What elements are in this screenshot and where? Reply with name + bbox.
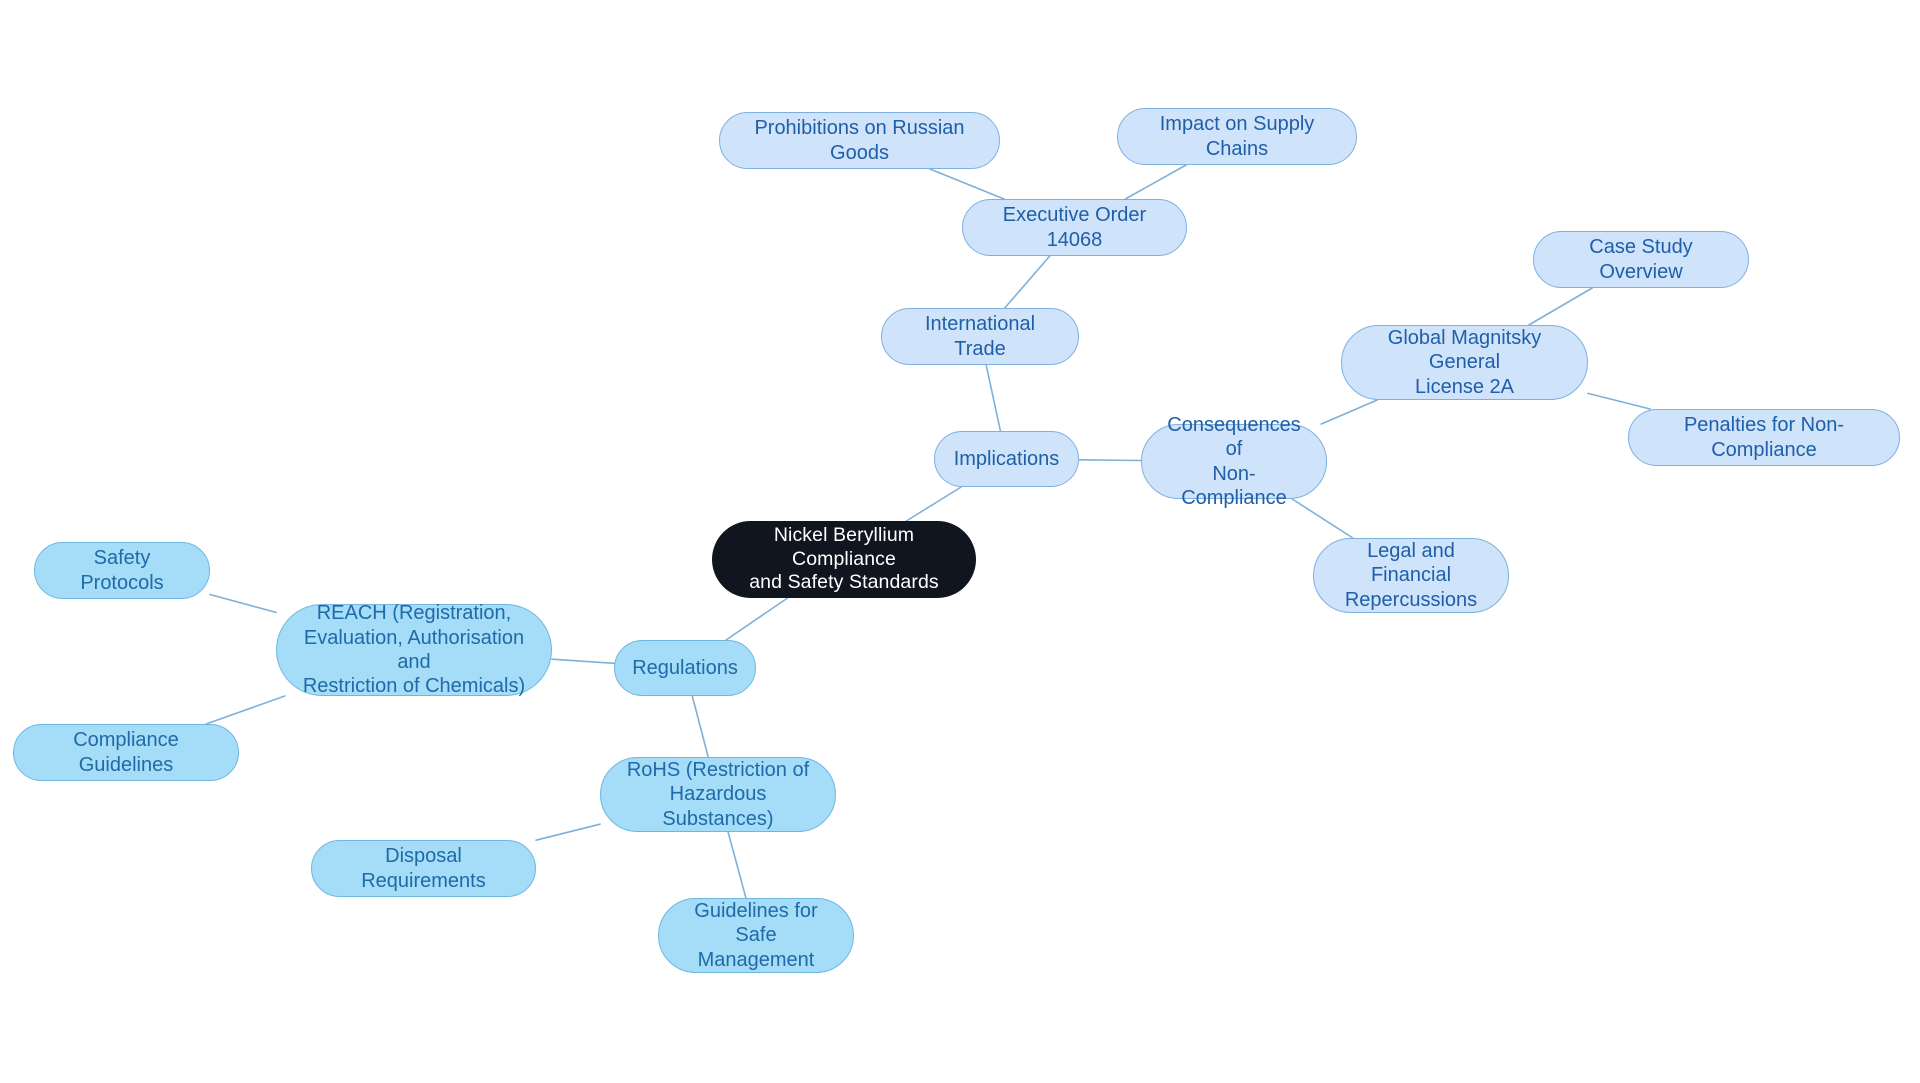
mindmap-node-implications[interactable]: Implications bbox=[934, 431, 1079, 487]
mindmap-edge-regulations-to-reach bbox=[551, 658, 615, 665]
mindmap-node-rohs[interactable]: RoHS (Restriction of Hazardous Substance… bbox=[600, 757, 836, 832]
mindmap-edge-rohs-to-disposal-requirements bbox=[535, 823, 601, 842]
mindmap-node-compliance-guidelines[interactable]: Compliance Guidelines bbox=[13, 724, 239, 781]
mindmap-node-safety-protocols[interactable]: Safety Protocols bbox=[34, 542, 210, 599]
mindmap-edge-global-magnitsky-to-penalties-non-compliance bbox=[1587, 392, 1651, 410]
mindmap-edge-consequences-non-compliance-to-global-magnitsky bbox=[1320, 399, 1378, 425]
mindmap-node-impact-supply-chains[interactable]: Impact on Supply Chains bbox=[1117, 108, 1357, 165]
mindmap-node-global-magnitsky[interactable]: Global Magnitsky General License 2A bbox=[1341, 325, 1588, 400]
mindmap-edge-global-magnitsky-to-case-study-overview bbox=[1528, 287, 1593, 326]
mindmap-edge-implications-to-consequences-non-compliance bbox=[1078, 458, 1142, 462]
mindmap-node-international-trade[interactable]: International Trade bbox=[881, 308, 1079, 365]
mindmap-node-consequences-non-compliance[interactable]: Consequences of Non-Compliance bbox=[1141, 414, 1327, 509]
mindmap-canvas: Nickel Beryllium Compliance and Safety S… bbox=[0, 0, 1920, 1083]
mindmap-edge-root-to-regulations bbox=[725, 597, 789, 641]
mindmap-node-reach[interactable]: REACH (Registration, Evaluation, Authori… bbox=[276, 602, 552, 697]
mindmap-edge-reach-to-safety-protocols bbox=[209, 593, 277, 614]
mindmap-node-case-study-overview[interactable]: Case Study Overview bbox=[1533, 231, 1749, 288]
mindmap-node-executive-order-14068[interactable]: Executive Order 14068 bbox=[962, 199, 1187, 256]
mindmap-edge-implications-to-international-trade bbox=[985, 364, 1002, 432]
mindmap-edge-executive-order-14068-to-impact-supply-chains bbox=[1124, 164, 1187, 200]
mindmap-edge-rohs-to-guidelines-safe-management bbox=[727, 831, 747, 899]
mindmap-node-disposal-requirements[interactable]: Disposal Requirements bbox=[311, 840, 536, 897]
mindmap-node-regulations[interactable]: Regulations bbox=[614, 640, 756, 696]
mindmap-edge-regulations-to-rohs bbox=[691, 695, 710, 758]
mindmap-edge-international-trade-to-executive-order-14068 bbox=[1003, 255, 1051, 309]
mindmap-root-node[interactable]: Nickel Beryllium Compliance and Safety S… bbox=[712, 521, 976, 598]
mindmap-edge-root-to-implications bbox=[905, 486, 963, 522]
mindmap-node-guidelines-safe-management[interactable]: Guidelines for Safe Management bbox=[658, 898, 854, 973]
mindmap-node-legal-financial-repercussions[interactable]: Legal and Financial Repercussions bbox=[1313, 538, 1509, 613]
mindmap-edge-reach-to-compliance-guidelines bbox=[205, 695, 286, 725]
mindmap-node-penalties-non-compliance[interactable]: Penalties for Non-Compliance bbox=[1628, 409, 1900, 466]
mindmap-edge-executive-order-14068-to-prohibitions-russian-goods bbox=[929, 168, 1005, 200]
mindmap-node-prohibitions-russian-goods[interactable]: Prohibitions on Russian Goods bbox=[719, 112, 1000, 169]
